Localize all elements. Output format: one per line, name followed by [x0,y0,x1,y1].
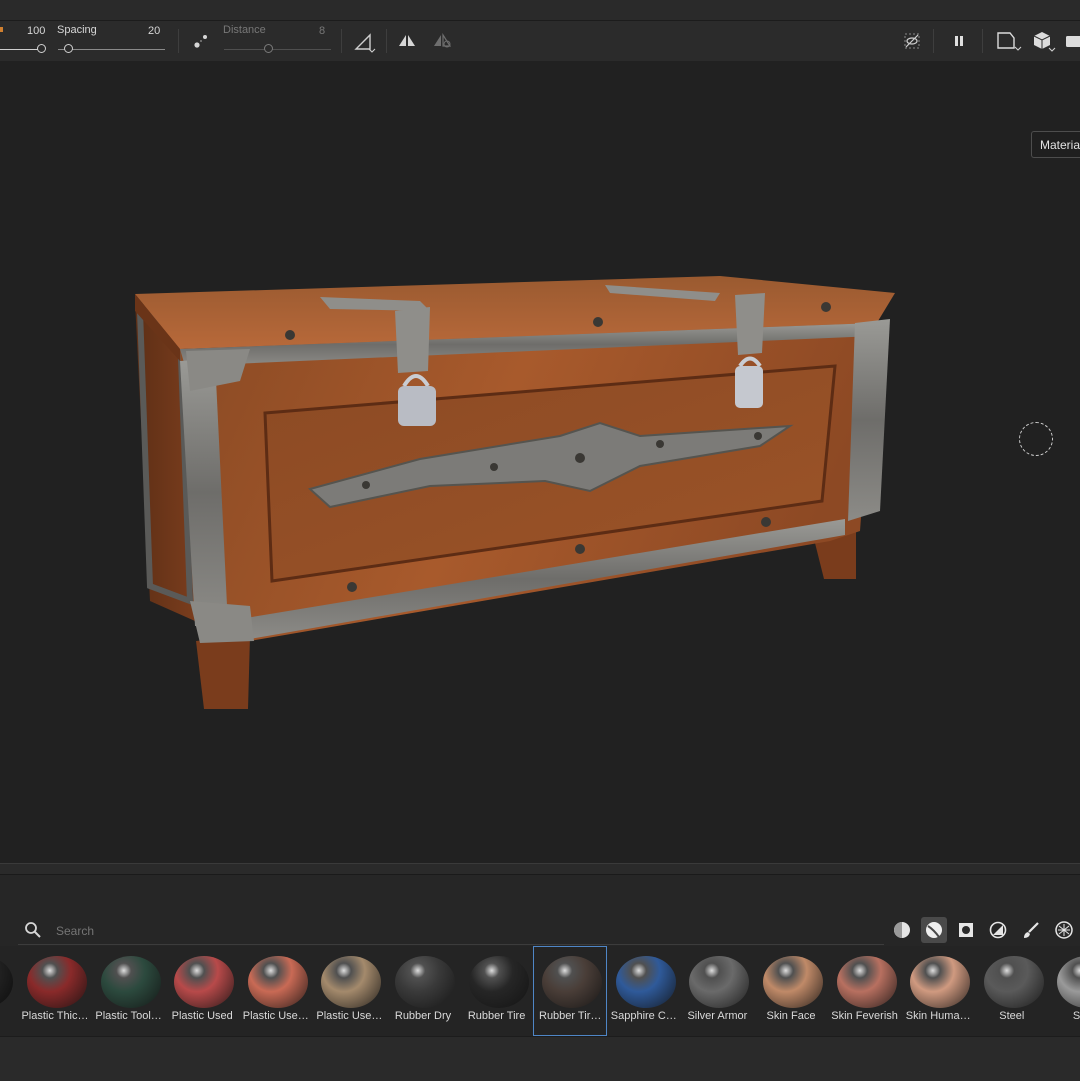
brush-cursor [1019,422,1053,456]
material-tile[interactable]: Steel [975,946,1049,1036]
material-tile[interactable]: Rubber Tire [460,946,534,1036]
material-preview-sphere [247,956,308,1008]
separator [178,29,179,53]
size-color-marker [0,27,3,32]
material-tile[interactable]: Skin Huma… [901,946,975,1036]
material-tile-partial[interactable] [0,946,18,1036]
material-label: Rubber Tir… [539,1010,602,1022]
screen-icon[interactable] [1064,29,1080,53]
material-preview-sphere [395,956,455,1008]
material-tile[interactable]: Steel [1048,946,1080,1036]
separator [982,29,983,53]
material-label: Plastic Use… [242,1010,309,1022]
spacing-slider-knob[interactable] [64,44,73,53]
tool-properties-toolbar: 100 Spacing 20 Distance 8 [0,20,1080,62]
material-tile[interactable]: Sapphire C… [607,946,681,1036]
pause-icon[interactable] [947,29,971,53]
distance-slider-knob[interactable] [264,44,273,53]
mask-filter-icon[interactable] [953,917,979,943]
material-label: Plastic Thic… [21,1010,89,1022]
material-preview-sphere [27,956,87,1008]
distance-value[interactable]: 8 [319,25,325,37]
material-preview-sphere [983,956,1044,1008]
brush-icon[interactable] [1018,917,1044,943]
material-preview-sphere [100,956,161,1008]
material-tile[interactable]: Skin Face [754,946,828,1036]
material-preview-sphere [689,956,750,1008]
shelf-footer [0,1036,1080,1081]
3d-viewport[interactable]: Material [0,61,1080,863]
material-label: Skin Feverish [831,1010,898,1022]
material-preview-sphere [615,956,676,1008]
material-tile[interactable]: Plastic Used [165,946,239,1036]
lazy-mouse-icon[interactable] [189,29,213,53]
texture-icon[interactable] [1051,917,1077,943]
camera-view-icon[interactable] [994,29,1024,53]
material-tile[interactable]: Plastic Use… [312,946,386,1036]
size-slider-knob[interactable] [37,44,46,53]
material-preview-sphere [321,956,382,1008]
distance-slider-track[interactable] [224,49,331,50]
material-preview-sphere [836,956,897,1008]
material-label: Skin Huma… [905,1010,971,1022]
spacing-value[interactable]: 20 [148,25,160,37]
material-preview-sphere [1057,956,1080,1008]
treasure-chest-model [135,276,895,709]
search-underline [18,944,884,945]
material-preview-sphere [763,956,823,1008]
filter-icon[interactable] [985,917,1011,943]
material-tile[interactable]: Rubber Dry [386,946,460,1036]
material-label: Skin Face [766,1010,816,1022]
separator [386,29,387,53]
material-preview-sphere [468,956,529,1008]
separator [341,29,342,53]
material-preview-sphere [174,956,235,1008]
size-value[interactable]: 100 [27,25,45,37]
material-preview-sphere [910,956,971,1008]
material-tooltip: Material [1031,131,1080,158]
material-tile[interactable]: Silver Armor [680,946,754,1036]
title-strip [0,0,1080,20]
mirror-icon[interactable] [395,29,419,53]
hide-icon[interactable] [900,29,924,53]
material-label: Sapphire C… [610,1010,677,1022]
material-tile[interactable]: Plastic Tool… [92,946,166,1036]
search-input[interactable] [56,924,556,938]
material-label: Steel [999,1010,1025,1022]
material-filter-icon[interactable] [889,917,915,943]
spacing-label: Spacing [57,24,97,36]
material-label: Rubber Dry [394,1010,452,1022]
cube-icon[interactable] [1030,29,1060,53]
material-tile[interactable]: Plastic Use… [239,946,313,1036]
separator [933,29,934,53]
material-label: Plastic Tool… [95,1010,162,1022]
spacing-slider-track[interactable] [58,49,165,50]
material-label: Rubber Tire [467,1010,526,1022]
material-tile[interactable]: Skin Feverish [828,946,902,1036]
material-shelf: Plastic Thic… Plastic Tool… Plastic Used Pl… [0,946,1080,1036]
mirror-off-icon[interactable] [430,29,454,53]
material-label: Silver Armor [687,1010,748,1022]
line-symmetry-icon[interactable] [352,29,376,53]
shelf-header [0,874,1080,911]
material-label: Plastic Used [171,1010,233,1022]
smart-material-filter-icon[interactable] [921,917,947,943]
material-preview-sphere [0,956,13,1008]
material-preview-sphere [542,956,603,1008]
size-slider-track[interactable] [0,49,38,50]
distance-label: Distance [223,24,266,36]
material-tile[interactable]: Plastic Thic… [18,946,92,1036]
material-label: Plastic Use… [316,1010,383,1022]
material-label: Steel [1072,1010,1080,1022]
search-icon [24,921,42,944]
material-tile[interactable]: Rubber Tir… [533,946,608,1036]
